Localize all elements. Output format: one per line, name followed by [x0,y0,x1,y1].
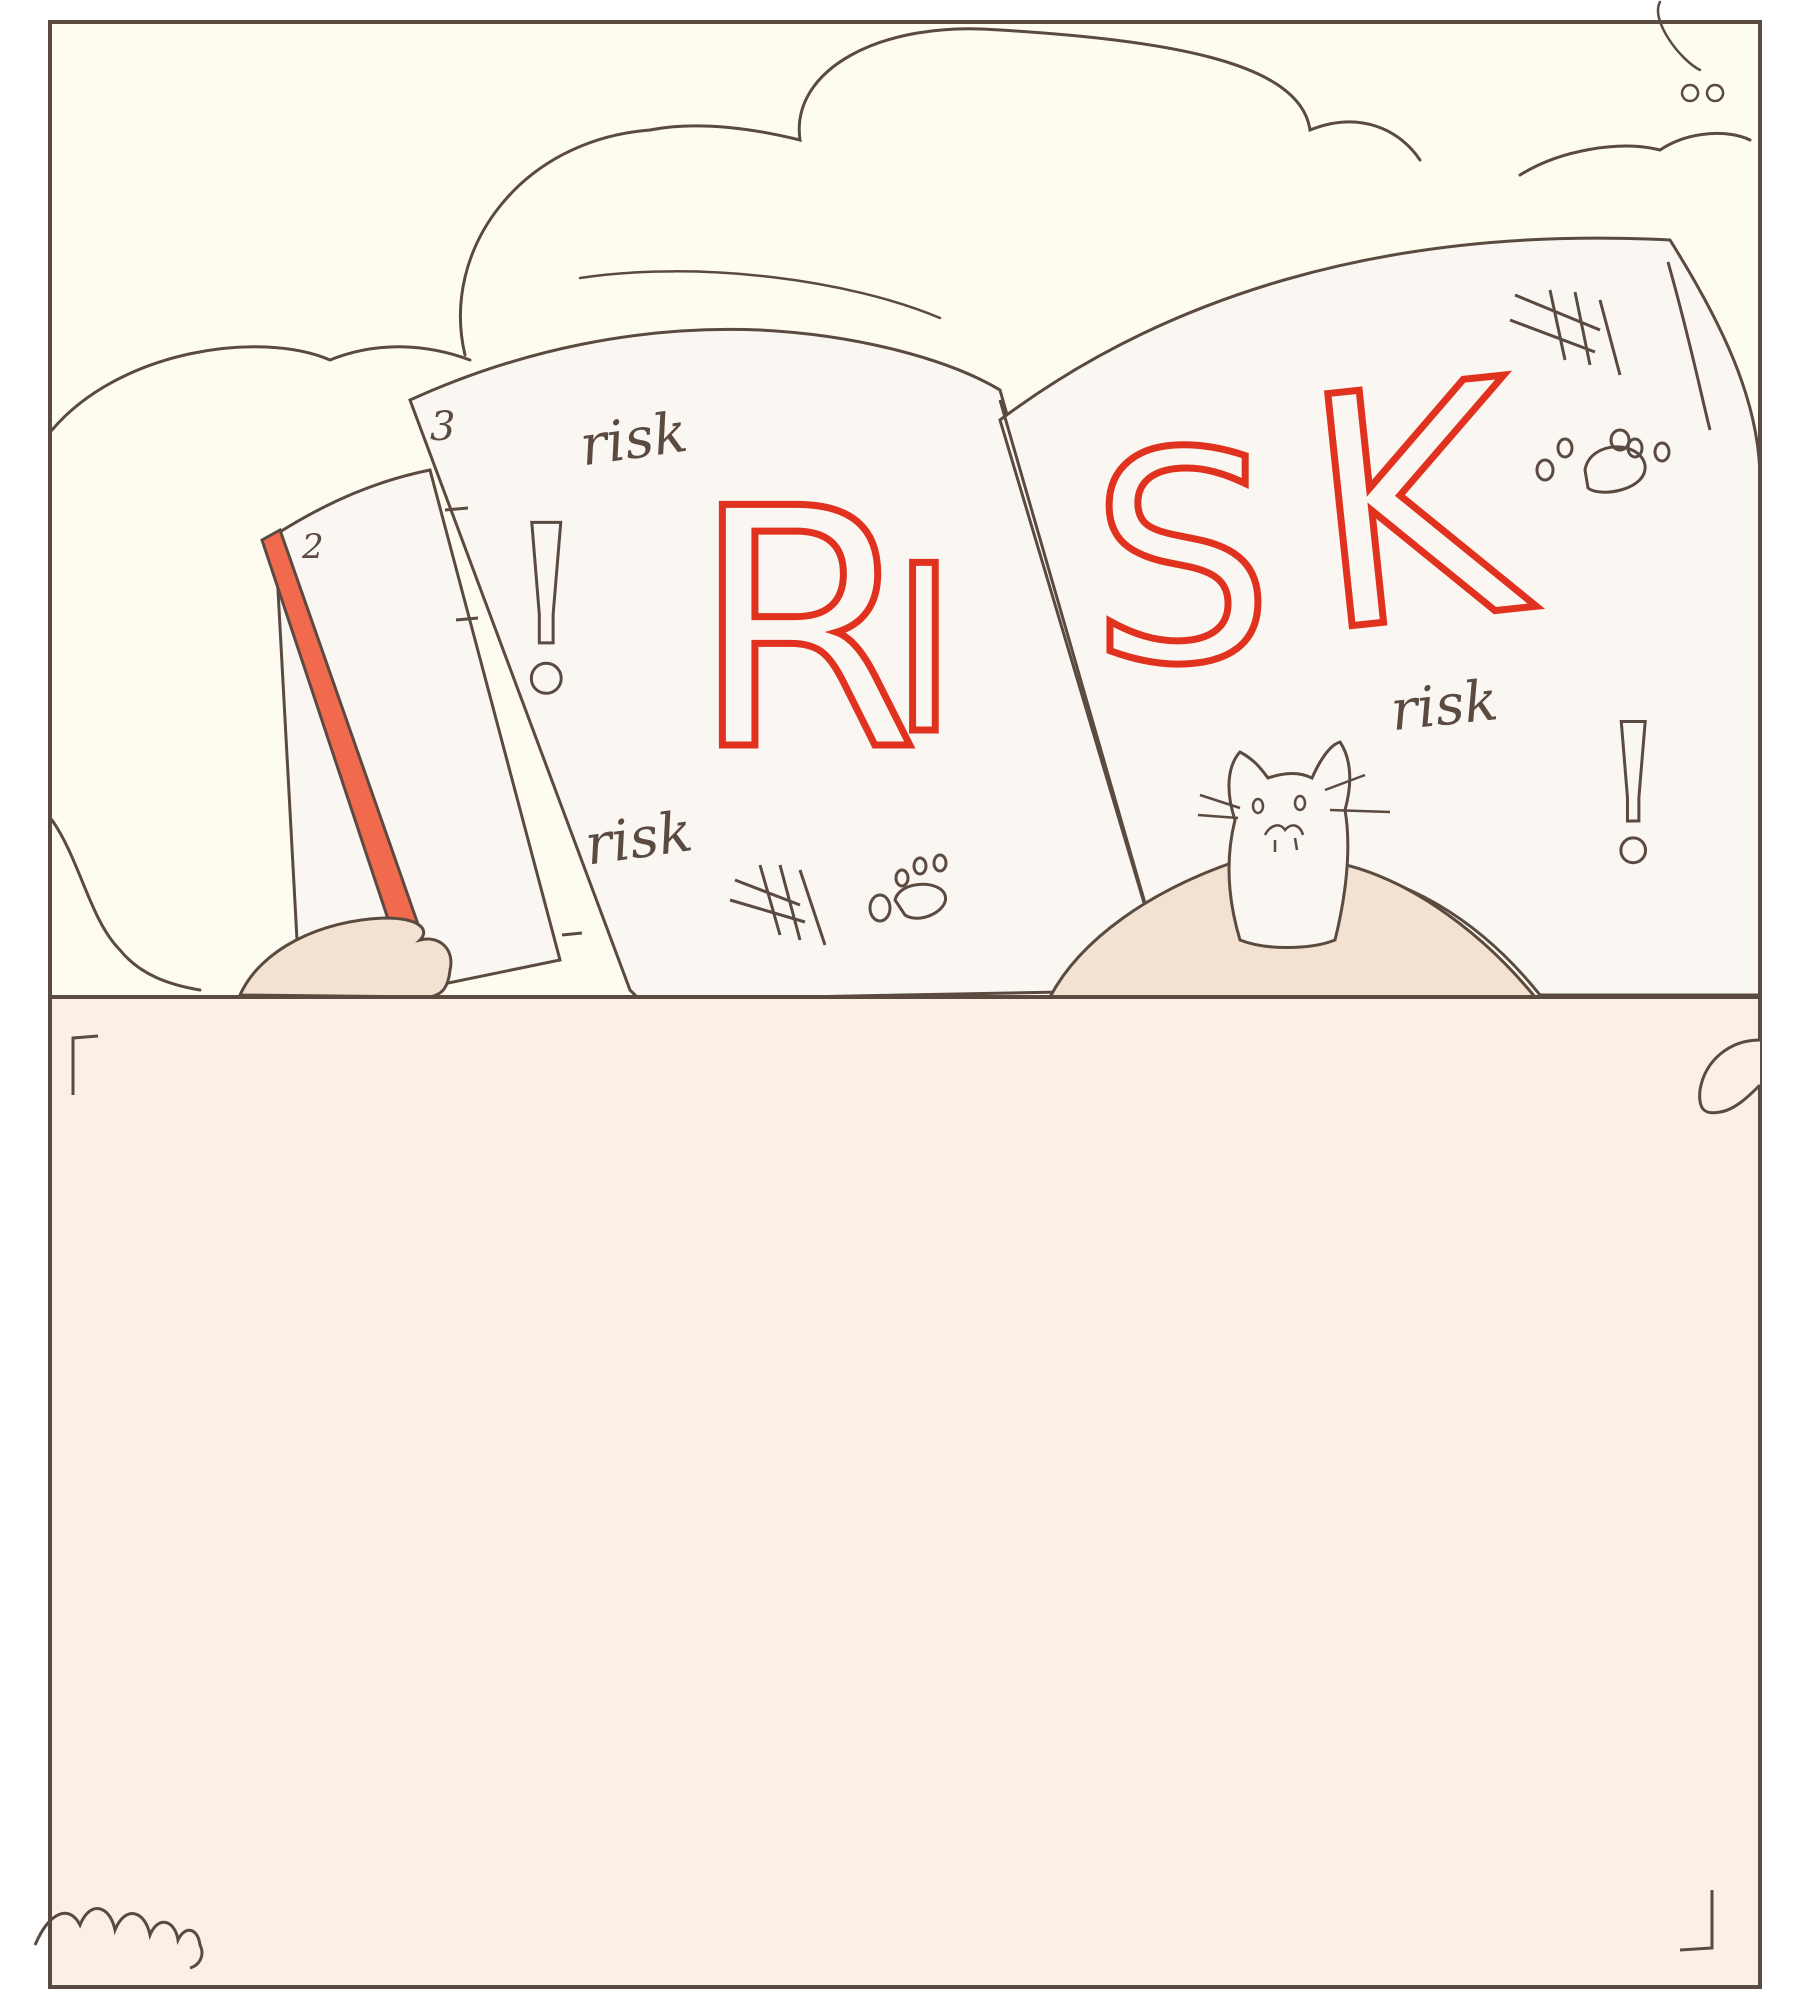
comic-page: 2 3 R I S K risk risk risk ! ! [0,0,1800,2000]
exclamation-right: ! [1595,684,1671,905]
top-panel: 2 3 R I S K risk risk risk ! ! [48,0,1762,1002]
exclamation-left: ! [500,478,592,745]
risk-letter-r: R [690,439,919,823]
risk-letter-s: S [1090,392,1274,729]
scribble-risk-3: risk [1388,668,1502,744]
page-number-3: 3 [430,404,455,450]
bottom-panel-background [50,997,1760,1987]
risk-letter-i: I [890,518,958,785]
cat-head [1227,740,1352,949]
page-number-2: 2 [301,527,324,567]
